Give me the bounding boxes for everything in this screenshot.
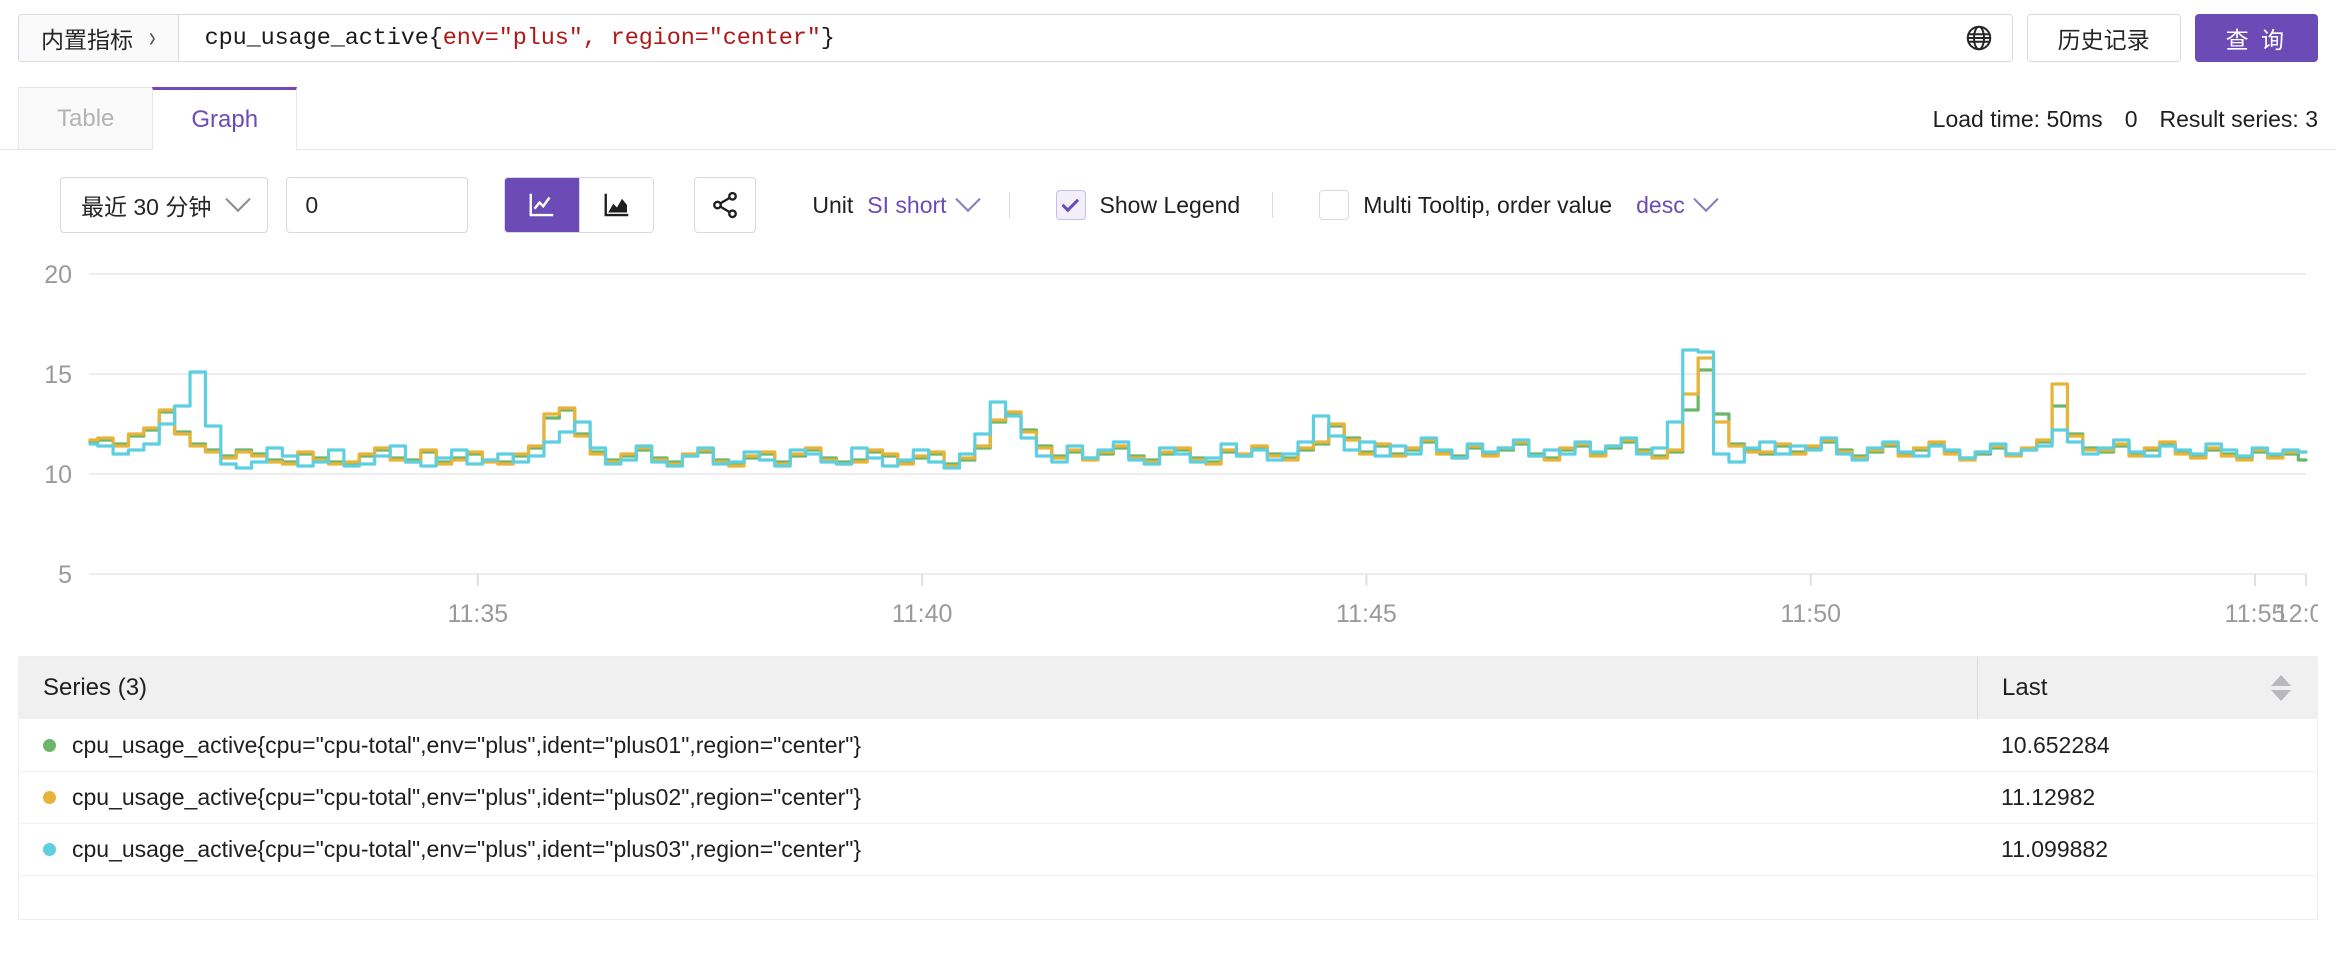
query-input[interactable]: cpu_usage_active{env="plus", region="cen… bbox=[205, 25, 1952, 52]
globe-icon[interactable] bbox=[1964, 23, 1994, 53]
area-chart-icon[interactable] bbox=[579, 178, 654, 232]
tabs-row: Table Graph Load time: 50ms 0 Result ser… bbox=[0, 74, 2336, 150]
show-legend-checkbox[interactable] bbox=[1055, 190, 1086, 220]
legend-header-row: Series (3) Last bbox=[19, 657, 2317, 719]
legend-series-cell: cpu_usage_active{cpu="cpu-total",env="pl… bbox=[19, 836, 1977, 863]
x-axis-tick-label: 11:45 bbox=[1336, 600, 1397, 628]
order-value: desc bbox=[1636, 191, 1685, 218]
unit-value: SI short bbox=[867, 191, 947, 218]
chevron-right-icon: › bbox=[149, 21, 156, 54]
metric-picker-button[interactable]: 内置指标 › bbox=[19, 15, 179, 61]
series-name: cpu_usage_active{cpu="cpu-total",env="pl… bbox=[72, 836, 862, 862]
series-color-dot bbox=[43, 738, 56, 752]
chevron-down-icon bbox=[954, 186, 981, 213]
query-bar: 内置指标 › cpu_usage_active{env="plus", regi… bbox=[0, 0, 2336, 74]
y-axis-tick-label: 20 bbox=[44, 261, 72, 289]
legend-series-cell: cpu_usage_active{cpu="cpu-total",env="pl… bbox=[19, 784, 1977, 811]
series-name: cpu_usage_active{cpu="cpu-total",env="pl… bbox=[72, 731, 862, 758]
chevron-down-icon bbox=[225, 186, 252, 213]
query-meta: Load time: 50ms 0 Result series: 3 bbox=[1933, 106, 2318, 149]
chart-toolbar: 最近 30 分钟 0 Unit SI short Show Legend Mul… bbox=[0, 150, 2336, 254]
timeseries-chart[interactable]: 201510511:3511:4011:4511:5011:5512:00 bbox=[18, 254, 2318, 644]
query-input-wrapper[interactable]: cpu_usage_active{env="plus", region="cen… bbox=[179, 15, 2012, 61]
series-name: cpu_usage_active{cpu="cpu-total",env="pl… bbox=[72, 784, 862, 810]
x-axis-tick-label: 11:35 bbox=[447, 600, 508, 628]
legend-table: Series (3) Last cpu_usage_active{cpu="cp… bbox=[18, 656, 2318, 920]
legend-row[interactable]: cpu_usage_active{cpu="cpu-total",env="pl… bbox=[19, 771, 2317, 823]
unit-label: Unit bbox=[812, 191, 854, 218]
query-attrs: env="plus", region="center" bbox=[442, 24, 821, 52]
x-axis-tick-label: 11:40 bbox=[892, 600, 953, 628]
x-axis-tick-label: 11:50 bbox=[1780, 600, 1841, 628]
legend-last-cell: 11.099882 bbox=[2001, 836, 2109, 862]
time-range-select[interactable]: 最近 30 分钟 bbox=[60, 177, 269, 233]
legend-footer bbox=[19, 875, 2317, 919]
order-value-select[interactable]: desc bbox=[1636, 186, 1719, 219]
query-input-group: 内置指标 › cpu_usage_active{env="plus", regi… bbox=[18, 14, 2013, 62]
query-button[interactable]: 查 询 bbox=[2194, 14, 2318, 62]
sort-icon[interactable] bbox=[2271, 675, 2291, 701]
divider bbox=[1008, 192, 1010, 218]
legend-last-label: Last bbox=[2002, 674, 2048, 701]
x-axis-tick-label: 12:00 bbox=[2275, 600, 2318, 628]
time-range-label: 最近 30 分钟 bbox=[81, 194, 212, 220]
legend-last-cell: 11.12982 bbox=[2001, 784, 2096, 810]
y-axis-tick-label: 15 bbox=[44, 361, 72, 389]
result-series-count: Result series: 3 bbox=[2159, 106, 2318, 132]
share-icon[interactable] bbox=[694, 177, 757, 233]
legend-series-cell: cpu_usage_active{cpu="cpu-total",env="pl… bbox=[19, 732, 1977, 759]
load-time: Load time: 50ms bbox=[1932, 106, 2103, 132]
history-button[interactable]: 历史记录 bbox=[2026, 14, 2181, 62]
multi-tooltip-label: Multi Tooltip, order value bbox=[1363, 191, 1613, 218]
query-suffix: } bbox=[820, 24, 835, 52]
legend-row[interactable]: cpu_usage_active{cpu="cpu-total",env="pl… bbox=[19, 823, 2317, 875]
metric-picker-label: 内置指标 bbox=[41, 27, 133, 53]
query-prefix: cpu_usage_active{ bbox=[204, 24, 443, 52]
legend-last-header[interactable]: Last bbox=[1977, 657, 2317, 719]
tabs: Table Graph bbox=[18, 74, 298, 150]
tab-graph[interactable]: Graph bbox=[152, 87, 298, 150]
sort-desc-icon bbox=[2271, 690, 2291, 701]
legend-body: cpu_usage_active{cpu="cpu-total",env="pl… bbox=[19, 719, 2317, 875]
series-color-dot bbox=[43, 843, 56, 856]
divider bbox=[1272, 192, 1274, 218]
legend-row[interactable]: cpu_usage_active{cpu="cpu-total",env="pl… bbox=[19, 719, 2317, 771]
legend-last-cell: 10.652284 bbox=[2001, 731, 2110, 758]
show-legend-label: Show Legend bbox=[1099, 191, 1241, 218]
tab-table[interactable]: Table bbox=[18, 87, 154, 149]
line-chart-icon[interactable] bbox=[505, 178, 580, 232]
y-axis-tick-label: 10 bbox=[44, 461, 72, 489]
legend-series-header: Series (3) bbox=[43, 674, 148, 701]
check-icon bbox=[1061, 194, 1079, 212]
chart-area[interactable]: 201510511:3511:4011:4511:5011:5512:00 bbox=[18, 254, 2318, 644]
step-input[interactable]: 0 bbox=[286, 177, 469, 233]
multi-tooltip-checkbox[interactable] bbox=[1319, 190, 1350, 220]
series-color-dot bbox=[43, 791, 56, 804]
chevron-down-icon bbox=[1692, 186, 1719, 213]
y-axis-tick-label: 5 bbox=[58, 561, 72, 589]
unit-select[interactable]: SI short bbox=[867, 186, 981, 219]
chart-type-toggle bbox=[504, 177, 655, 233]
error-count: 0 bbox=[2124, 106, 2138, 132]
sort-asc-icon bbox=[2271, 675, 2291, 686]
